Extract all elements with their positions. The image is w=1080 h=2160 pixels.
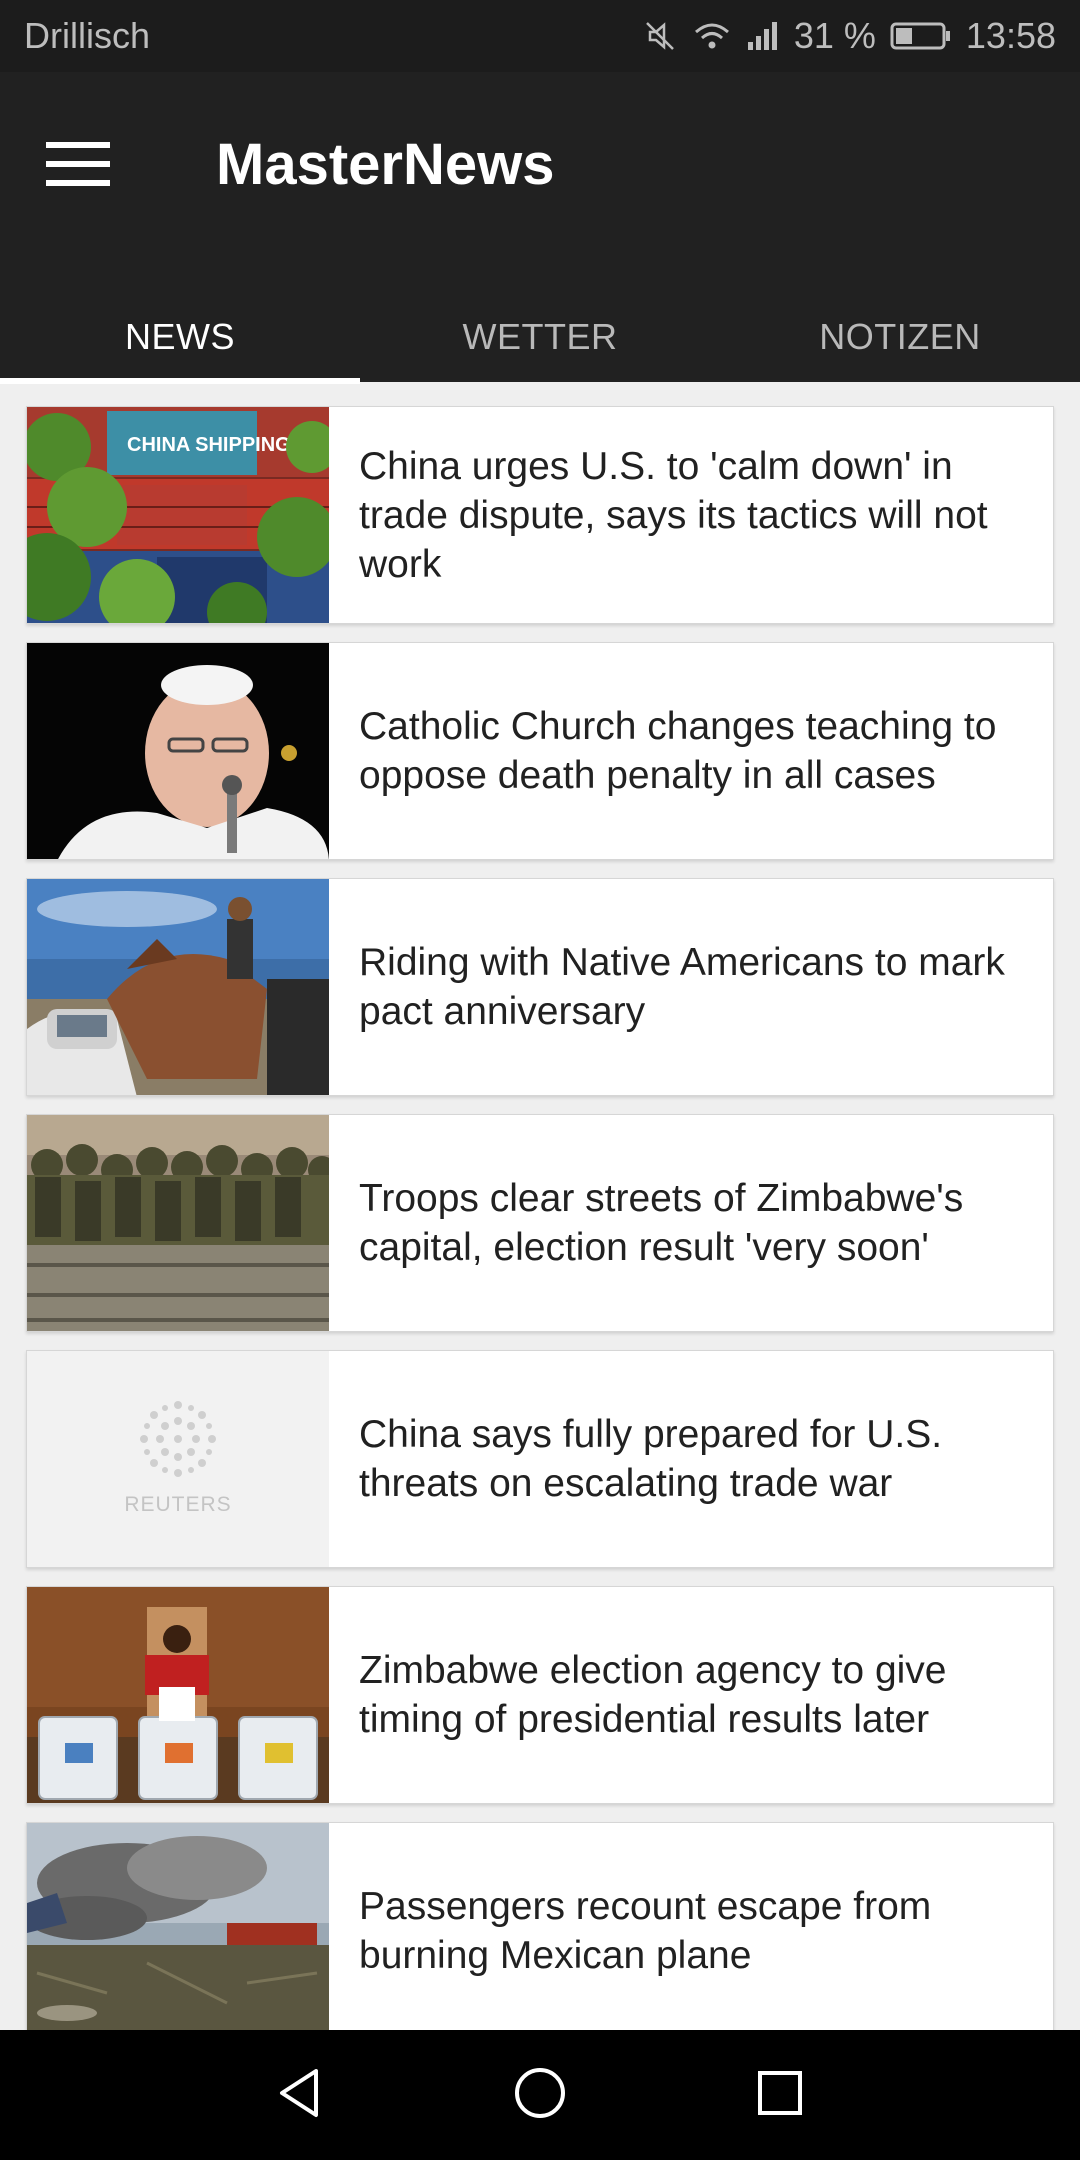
news-card[interactable]: Troops clear streets of Zimbabwe's capit… xyxy=(26,1114,1054,1332)
back-button[interactable] xyxy=(240,2045,360,2145)
app-bar: MasterNews NEWS WETTER NOTIZEN xyxy=(0,72,1080,384)
clock: 13:58 xyxy=(965,15,1056,56)
system-nav-bar xyxy=(0,2030,1080,2160)
back-icon xyxy=(272,2065,328,2126)
status-icons: 31 % 13:58 xyxy=(642,15,1056,57)
status-bar: Drillisch 31 % 13:58 xyxy=(0,0,1080,72)
article-thumbnail xyxy=(27,1587,329,1803)
wifi-icon xyxy=(692,18,732,54)
article-headline: Zimbabwe election agency to give timing … xyxy=(359,1649,947,1741)
battery-percent: 31 % xyxy=(793,15,876,56)
reuters-wordmark: REUTERS xyxy=(124,1493,231,1516)
menu-button[interactable] xyxy=(28,116,128,216)
article-thumbnail: CHINA SHIPPING xyxy=(27,407,329,623)
article-thumbnail xyxy=(27,879,329,1095)
article-headline: Catholic Church changes teaching to oppo… xyxy=(359,705,997,797)
news-card[interactable]: Catholic Church changes teaching to oppo… xyxy=(26,642,1054,860)
article-headline: China says fully prepared for U.S. threa… xyxy=(359,1413,943,1505)
carrier-label: Drillisch xyxy=(24,15,150,56)
recents-icon xyxy=(752,2065,808,2126)
mute-icon xyxy=(642,18,678,54)
news-card[interactable]: CHINA SHIPPING China urges U.S. to 'calm… xyxy=(26,406,1054,624)
article-headline: China urges U.S. to 'calm down' in trade… xyxy=(359,444,988,586)
reuters-placeholder-thumbnail: REUTERS xyxy=(27,1351,329,1567)
article-thumbnail xyxy=(27,1115,329,1331)
tab-notizen[interactable]: NOTIZEN xyxy=(720,308,1080,382)
home-button[interactable] xyxy=(480,2045,600,2145)
tab-wetter[interactable]: WETTER xyxy=(360,308,720,382)
article-thumbnail xyxy=(27,643,329,859)
article-headline: Riding with Native Americans to mark pac… xyxy=(359,941,1005,1033)
tab-news[interactable]: NEWS xyxy=(0,308,360,384)
svg-text:CHINA SHIPPING: CHINA SHIPPING xyxy=(127,434,291,456)
hamburger-menu-icon xyxy=(46,140,110,193)
recents-button[interactable] xyxy=(720,2045,840,2145)
tab-bar: NEWS WETTER NOTIZEN xyxy=(0,308,1080,384)
battery-icon xyxy=(890,20,952,52)
news-card[interactable]: Passengers recount escape from burning M… xyxy=(26,1822,1054,2030)
article-headline: Troops clear streets of Zimbabwe's capit… xyxy=(359,1177,964,1269)
news-card[interactable]: REUTERS China says fully prepared for U.… xyxy=(26,1350,1054,1568)
news-card[interactable]: Riding with Native Americans to mark pac… xyxy=(26,878,1054,1096)
home-icon xyxy=(512,2065,568,2126)
article-headline: Passengers recount escape from burning M… xyxy=(359,1885,932,1977)
news-feed[interactable]: CHINA SHIPPING China urges U.S. to 'calm… xyxy=(0,388,1080,2030)
article-thumbnail xyxy=(27,1823,329,2030)
signal-icon xyxy=(746,18,780,54)
app-title: MasterNews xyxy=(216,132,555,197)
news-card[interactable]: Zimbabwe election agency to give timing … xyxy=(26,1586,1054,1804)
